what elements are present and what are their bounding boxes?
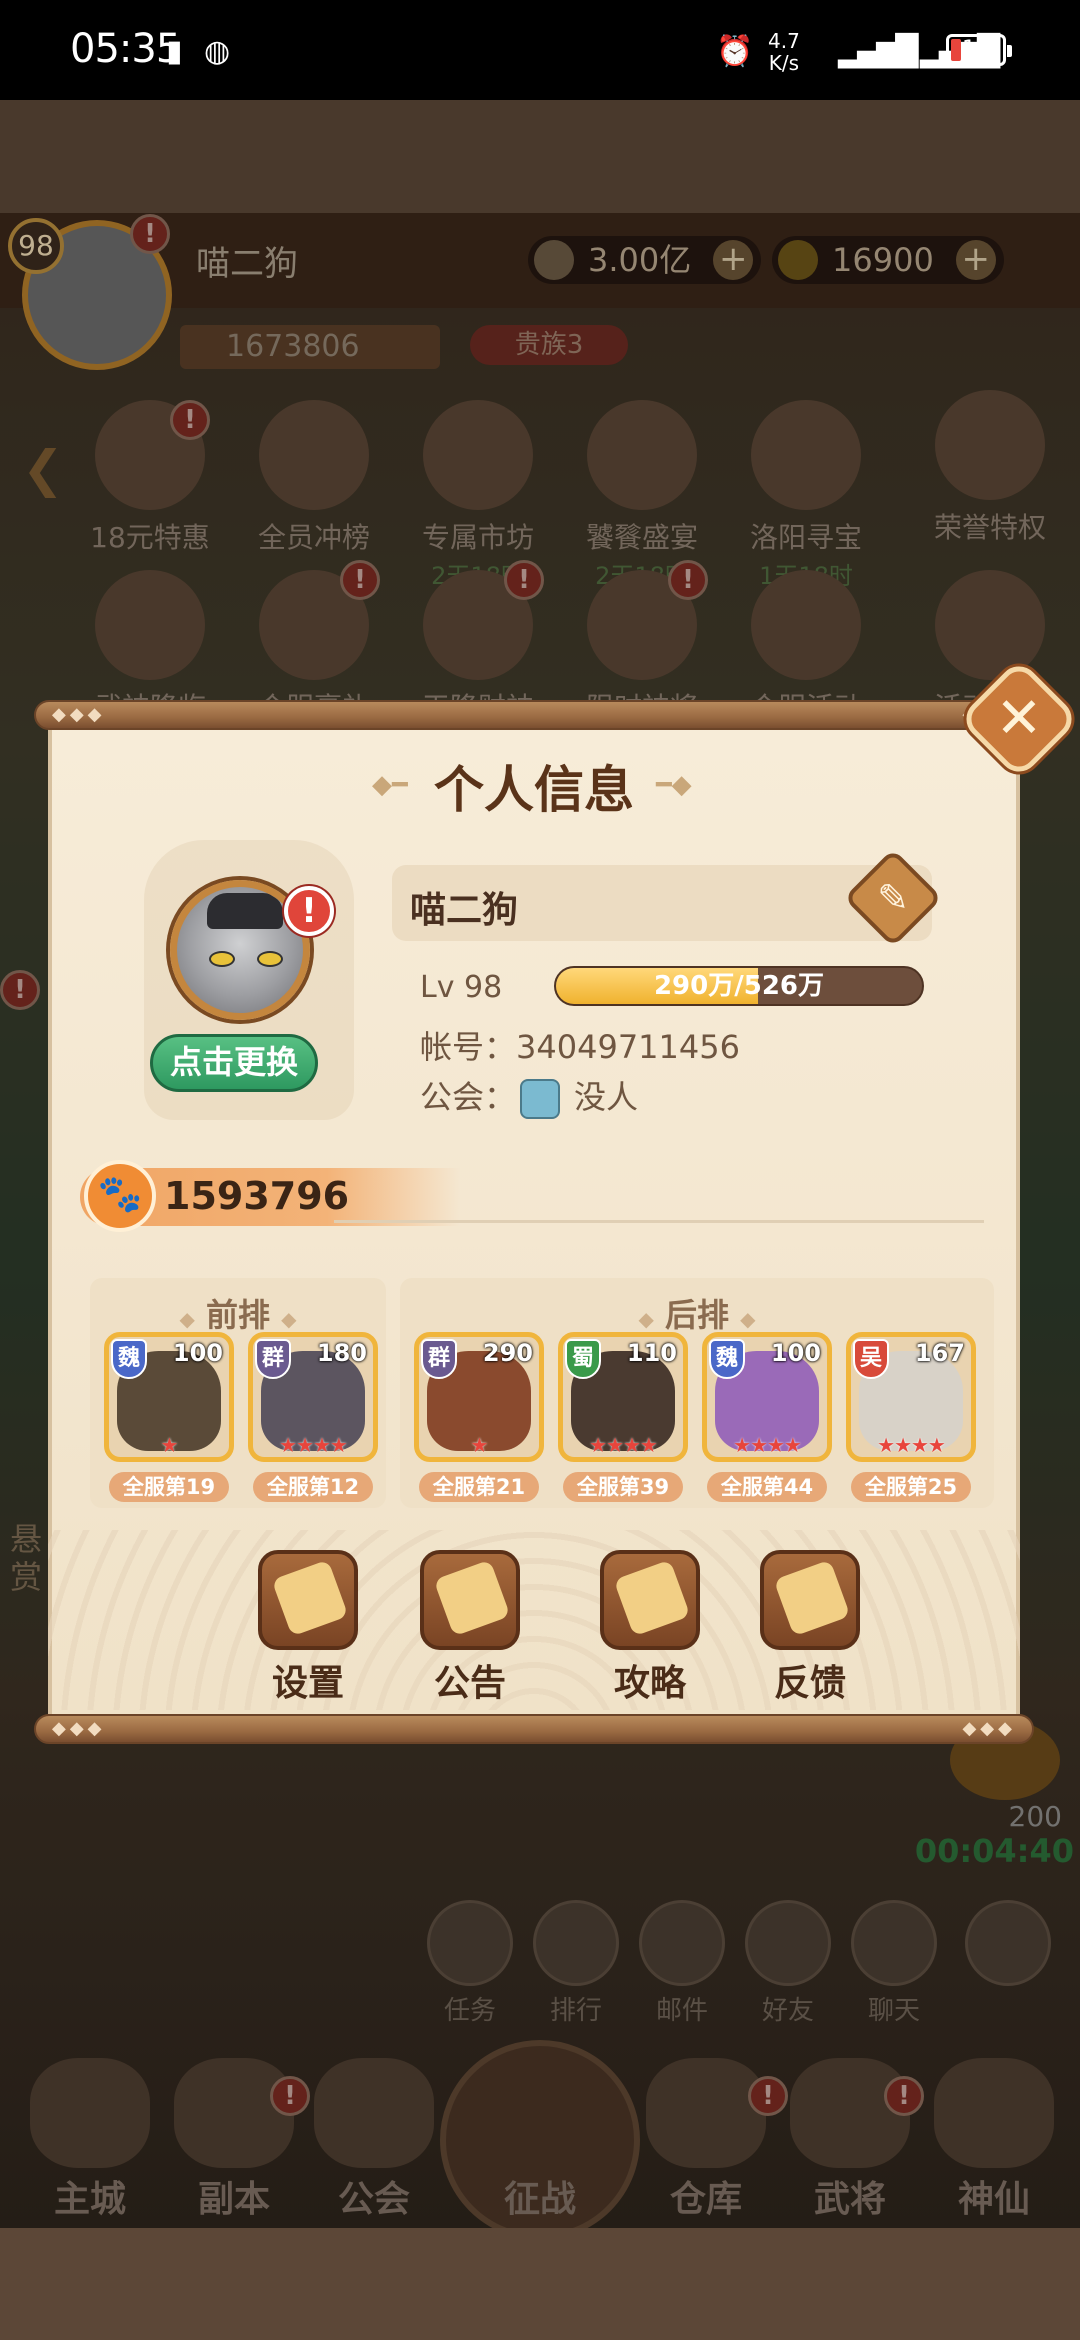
decoration: ◆◆◆ [962, 1718, 1016, 1739]
hero-level: 100 [172, 1339, 223, 1367]
hero-stars: ★ [470, 1433, 489, 1457]
hero-server-rank: 全服第21 [419, 1472, 539, 1502]
wrench-icon [258, 1550, 358, 1650]
settings-button[interactable]: 设置 [238, 1550, 378, 1706]
hero-card[interactable]: 魏 100 ★★★★ [702, 1332, 832, 1462]
exp-bar: 290万/526万 [554, 966, 924, 1006]
bottom-strip [0, 2228, 1080, 2340]
hero-server-rank: 全服第12 [253, 1472, 373, 1502]
decoration: ◆ [281, 1307, 297, 1331]
hero-level: 167 [914, 1339, 965, 1367]
profile-dialog: ◆◆◆◆◆◆ ◆◆◆◆◆◆ ✕ ◆━ 个人信息 ━◆ ! 点击更换 喵二狗 ✎ … [34, 658, 1080, 1744]
decoration: ◆◆◆ [52, 1718, 106, 1739]
pencil-icon: ✎ [877, 876, 909, 920]
status-bar: 05:35 ▮ ◍ ⏰ 4.7 K/s ▂▄▆█ ▂▄▆█ 16 [0, 0, 1080, 100]
avatar-eye [257, 951, 283, 967]
exp-text: 290万/526万 [653, 971, 825, 1001]
decoration: ◆ [740, 1307, 756, 1331]
decoration: ◆ [638, 1307, 654, 1331]
divider [334, 1220, 984, 1223]
hero-level: 100 [770, 1339, 821, 1367]
settings-label: 设置 [271, 1663, 344, 1704]
hero-server-rank: 全服第19 [109, 1472, 229, 1502]
scroll-bottom-bar: ◆◆◆ ◆◆◆ [34, 1714, 1034, 1744]
avatar-hat [207, 893, 283, 929]
power-value: 1593796 [164, 1174, 350, 1218]
player-name: 喵二狗 [410, 890, 519, 931]
net-speed-value: 4.7 [768, 29, 800, 53]
alarm-icon: ⏰ [716, 34, 754, 69]
net-speed-unit: K/s [768, 51, 800, 75]
back-row-title: ◆ 后排 ◆ [400, 1290, 994, 1336]
hero-server-rank: 全服第44 [707, 1472, 827, 1502]
hero-card[interactable]: 魏 100 ★ [104, 1332, 234, 1462]
guild-emblem-icon [520, 1079, 561, 1119]
faction-badge: 魏 [709, 1339, 745, 1379]
title-decoration-right: ━◆ [656, 770, 692, 800]
change-avatar-button[interactable]: 点击更换 [150, 1034, 318, 1092]
hero-server-rank: 全服第39 [563, 1472, 683, 1502]
guild-row: 公会： 没人 [420, 1072, 638, 1119]
clock: 05:35 [70, 26, 181, 72]
guide-icon [600, 1550, 700, 1650]
hero-level: 110 [626, 1339, 677, 1367]
announcement-label: 公告 [433, 1663, 506, 1704]
battery-icon: 16 [946, 34, 1012, 66]
hero-card[interactable]: 群 290 ★ [414, 1332, 544, 1462]
decoration: ◆◆◆ [52, 704, 106, 725]
faction-badge: 魏 [111, 1339, 147, 1379]
announcement-button[interactable]: 公告 [400, 1550, 540, 1706]
back-row-label: 后排 [664, 1296, 729, 1334]
hero-card[interactable]: 蜀 110 ★★★★ [558, 1332, 688, 1462]
notification-icon: ▮ [166, 34, 183, 69]
feedback-label: 反馈 [773, 1663, 846, 1704]
scroll-top-bar: ◆◆◆◆◆◆ [34, 700, 1034, 730]
avatar-eye [209, 951, 235, 967]
account-number: 34049711456 [516, 1028, 740, 1066]
front-row-title: ◆ 前排 ◆ [90, 1290, 386, 1336]
wechat-icon: ◍ [204, 34, 231, 69]
account-label: 帐号： [420, 1028, 517, 1066]
dialog-title: 个人信息 [434, 761, 634, 819]
faction-badge: 群 [255, 1339, 291, 1379]
account-row: 帐号：34049711456 [420, 1022, 740, 1068]
hero-stars: ★★★★ [589, 1433, 658, 1457]
guide-label: 攻略 [613, 1663, 686, 1704]
faction-badge: 群 [421, 1339, 457, 1379]
hammer-icon [420, 1550, 520, 1650]
front-row-label: 前排 [205, 1296, 270, 1334]
hero-stars: ★★★★ [877, 1433, 946, 1457]
faction-badge: 吴 [853, 1339, 889, 1379]
feedback-button[interactable]: 反馈 [740, 1550, 880, 1706]
decoration: ◆ [179, 1307, 195, 1331]
feedback-icon [760, 1550, 860, 1650]
guild-name: 没人 [574, 1078, 639, 1116]
hero-level: 180 [316, 1339, 367, 1367]
hero-stars: ★★★★ [733, 1433, 802, 1457]
guide-button[interactable]: 攻略 [580, 1550, 720, 1706]
hero-level: 290 [482, 1339, 533, 1367]
hero-server-rank: 全服第25 [851, 1472, 971, 1502]
hero-card[interactable]: 吴 167 ★★★★ [846, 1332, 976, 1462]
hero-stars: ★★★★ [279, 1433, 348, 1457]
network-speed: 4.7 K/s [768, 30, 800, 74]
guild-label: 公会： [420, 1078, 517, 1116]
level-label: Lv 98 [420, 970, 503, 1005]
faction-badge: 蜀 [565, 1339, 601, 1379]
hero-card[interactable]: 群 180 ★★★★ [248, 1332, 378, 1462]
hero-stars: ★ [160, 1433, 179, 1457]
battery-fill [951, 39, 961, 61]
close-icon: ✕ [995, 686, 1043, 751]
paw-icon: 🐾 [84, 1160, 156, 1232]
alert-icon: ! [284, 886, 334, 936]
battery-level: 16 [962, 37, 990, 62]
